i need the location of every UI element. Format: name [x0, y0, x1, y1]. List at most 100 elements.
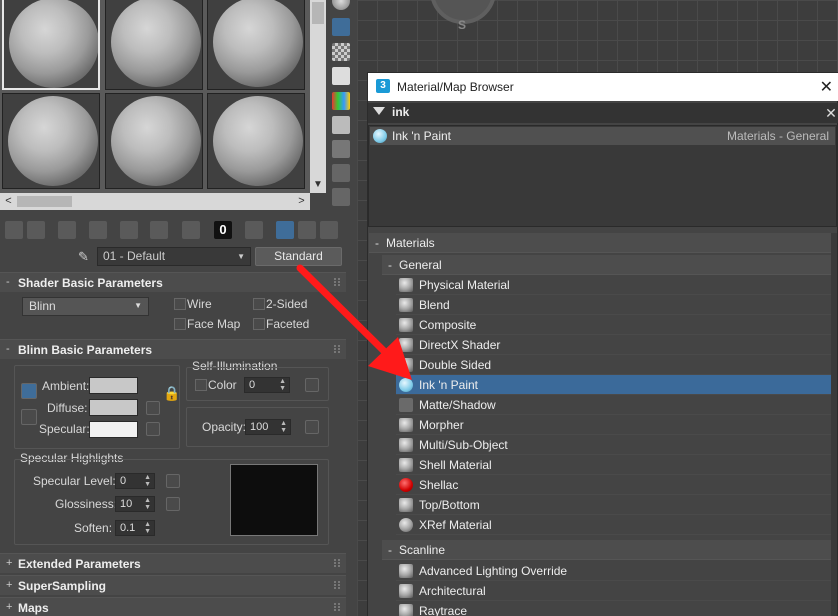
opacity-spinner[interactable]: 100 ▲ ▼: [245, 419, 291, 435]
browser-titlebar[interactable]: 3 Material/Map Browser ✕: [368, 73, 838, 101]
go-to-parent-icon[interactable]: [298, 221, 316, 239]
scroll-thumb[interactable]: [17, 196, 72, 207]
rollout-extended-header[interactable]: + Extended Parameters: [0, 553, 346, 573]
list-item[interactable]: Morpher: [396, 415, 834, 435]
list-item[interactable]: Physical Material: [396, 275, 834, 295]
rollout-supersampling-header[interactable]: + SuperSampling: [0, 575, 346, 595]
material-navigator-icon[interactable]: [332, 188, 350, 206]
scanline-group-header[interactable]: - Scanline: [382, 540, 833, 560]
sample-slot[interactable]: [207, 0, 305, 90]
rollout-shader-basic-header[interactable]: - Shader Basic Parameters: [0, 272, 346, 292]
glossiness-map-button[interactable]: [166, 497, 180, 511]
go-forward-to-sibling-icon[interactable]: [320, 221, 338, 239]
video-color-check-icon[interactable]: [332, 92, 350, 110]
self-illum-map-button[interactable]: [305, 378, 319, 392]
specular-level-value: 0: [120, 475, 127, 487]
make-unique-icon[interactable]: [150, 221, 168, 239]
glossiness-spinner[interactable]: 10 ▲ ▼: [115, 496, 155, 512]
save-to-library-icon[interactable]: [182, 221, 200, 239]
copy-material-icon[interactable]: [120, 221, 138, 239]
wire-checkbox[interactable]: [174, 298, 186, 310]
opacity-map-button[interactable]: [305, 420, 319, 434]
chevron-left-icon[interactable]: <: [0, 193, 17, 210]
list-item[interactable]: DirectX Shader: [396, 335, 834, 355]
shader-type-dropdown[interactable]: Blinn ▼: [22, 297, 149, 316]
sample-slots-vscrollbar[interactable]: ▼: [310, 0, 326, 193]
sample-slot[interactable]: [105, 0, 203, 90]
faceted-checkbox[interactable]: [253, 318, 265, 330]
background-icon[interactable]: [332, 43, 350, 61]
make-preview-icon[interactable]: [332, 116, 350, 134]
grip-icon: [334, 559, 340, 567]
spinner-arrows-icon: ▲ ▼: [144, 497, 151, 511]
specular-level-map-button[interactable]: [166, 474, 180, 488]
uv-tiling-icon[interactable]: [332, 67, 350, 85]
close-icon[interactable]: ✕: [820, 77, 833, 97]
material-id-channel-button[interactable]: 0: [214, 221, 232, 239]
sample-slot[interactable]: [105, 93, 203, 189]
lock-icon[interactable]: 🔒: [163, 385, 180, 402]
specular-level-spinner[interactable]: 0 ▲ ▼: [115, 473, 155, 489]
search-result-row[interactable]: Ink 'n Paint Materials - General: [370, 127, 835, 145]
put-to-scene-icon[interactable]: [27, 221, 45, 239]
self-illum-color-checkbox[interactable]: [195, 379, 207, 391]
delete-icon[interactable]: [89, 221, 107, 239]
material-sphere-icon: [399, 458, 413, 472]
sphere-icon: [111, 0, 201, 87]
specular-color-swatch[interactable]: [89, 421, 138, 438]
search-input[interactable]: ink: [392, 105, 409, 119]
materials-group-header[interactable]: - Materials: [369, 233, 833, 253]
lock-ambient-diffuse-icon[interactable]: [21, 383, 37, 399]
list-item[interactable]: XRef Material: [396, 515, 834, 535]
assign-to-selection-icon[interactable]: [58, 221, 76, 239]
show-end-result-icon[interactable]: [276, 221, 294, 239]
tree-scrollbar[interactable]: [831, 233, 837, 616]
sample-slot[interactable]: [2, 0, 100, 90]
browser-options-icon[interactable]: [373, 107, 385, 115]
sample-slots-hscrollbar[interactable]: < >: [0, 193, 310, 210]
diffuse-color-swatch[interactable]: [89, 399, 138, 416]
diffuse-label: Diffuse:: [47, 401, 88, 415]
sample-type-icon[interactable]: [332, 0, 350, 10]
list-item-selected[interactable]: Ink 'n Paint: [396, 375, 834, 395]
list-item[interactable]: Advanced Lighting Override: [396, 561, 834, 581]
sample-slot[interactable]: [2, 93, 100, 189]
self-illum-spinner[interactable]: 0 ▲ ▼: [244, 377, 290, 393]
diffuse-map-button[interactable]: [146, 401, 160, 415]
lock-diffuse-specular-icon[interactable]: [21, 409, 37, 425]
sample-slot[interactable]: [207, 93, 305, 189]
specular-map-button[interactable]: [146, 422, 160, 436]
rollout-maps-header[interactable]: + Maps: [0, 597, 346, 616]
select-by-material-icon[interactable]: [332, 164, 350, 182]
list-item[interactable]: Double Sided: [396, 355, 834, 375]
material-name-field[interactable]: 01 - Default ▼: [97, 247, 251, 266]
rollout-blinn-basic-header[interactable]: - Blinn Basic Parameters: [0, 339, 346, 359]
list-item[interactable]: Top/Bottom: [396, 495, 834, 515]
scroll-thumb[interactable]: [312, 2, 324, 24]
clear-search-icon[interactable]: ✕: [823, 103, 838, 123]
ambient-color-swatch[interactable]: [89, 377, 138, 394]
list-item[interactable]: Composite: [396, 315, 834, 335]
two-sided-checkbox[interactable]: [253, 298, 265, 310]
list-item[interactable]: Shell Material: [396, 455, 834, 475]
sphere-icon: [213, 0, 303, 87]
face-map-checkbox[interactable]: [174, 318, 186, 330]
show-shaded-in-viewport-icon[interactable]: [245, 221, 263, 239]
grip-icon: [334, 581, 340, 589]
list-item[interactable]: Matte/Shadow: [396, 395, 834, 415]
list-item[interactable]: Shellac: [396, 475, 834, 495]
list-item[interactable]: Blend: [396, 295, 834, 315]
get-material-icon[interactable]: [5, 221, 23, 239]
chevron-right-icon[interactable]: >: [293, 193, 310, 210]
general-group-header[interactable]: - General: [382, 255, 833, 275]
backlight-icon[interactable]: [332, 18, 350, 36]
soften-spinner[interactable]: 0.1 ▲ ▼: [115, 520, 155, 536]
eyedropper-icon[interactable]: ✎: [78, 249, 92, 265]
list-item[interactable]: Multi/Sub-Object: [396, 435, 834, 455]
material-type-button[interactable]: Standard: [255, 247, 342, 266]
list-item[interactable]: Raytrace: [396, 601, 834, 616]
opacity-label: Opacity:: [202, 420, 247, 434]
list-item[interactable]: Architectural: [396, 581, 834, 601]
options-icon[interactable]: [332, 140, 350, 158]
chevron-down-icon[interactable]: ▼: [310, 177, 326, 193]
